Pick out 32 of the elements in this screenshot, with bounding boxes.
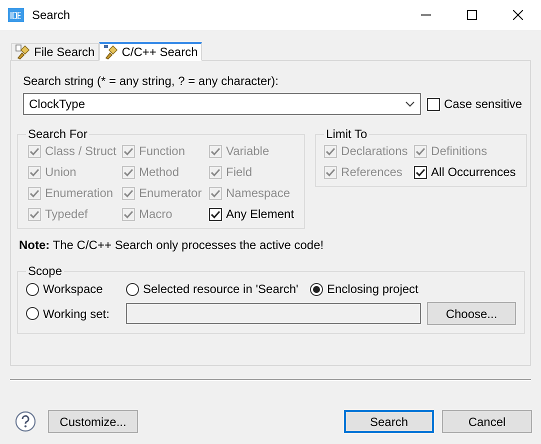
chevron-down-icon [405, 101, 415, 107]
checkbox[interactable]: Case sensitive [427, 95, 522, 113]
radio-button[interactable]: Working set: [26, 306, 126, 322]
cancel-button[interactable]: Cancel [442, 410, 532, 433]
tab[interactable]: File Search [11, 43, 99, 60]
window-title: Search [32, 7, 70, 24]
checkbox-box[interactable] [427, 98, 440, 110]
flashlight-icon [102, 44, 119, 60]
flashlight-icon [15, 44, 31, 60]
app-logo-icon [8, 8, 24, 22]
radio-button[interactable]: Selected resource in 'Search' [126, 281, 310, 297]
search-button[interactable]: Search [344, 410, 434, 433]
group-title: Limit To [325, 127, 368, 141]
checkbox[interactable]: All Occurrences [414, 164, 516, 180]
choose-button[interactable]: Choose... [427, 302, 516, 325]
checkbox[interactable]: Any Element [209, 206, 294, 222]
group-title: Search For [27, 127, 88, 141]
working-set-field[interactable] [126, 303, 421, 324]
search-string-combo[interactable]: ClockType [23, 93, 421, 115]
tab[interactable]: C/C++ Search [98, 42, 202, 61]
radio-button[interactable]: Enclosing project [310, 281, 418, 297]
customize-button[interactable]: Customize... [48, 410, 138, 433]
checkbox-box[interactable] [414, 166, 428, 178]
search-string-label: Search string (* = any string, ? = any character): [23, 73, 280, 89]
radio-button[interactable]: Workspace [26, 281, 126, 297]
maximize-icon [467, 10, 477, 20]
group-title: Scope [27, 264, 64, 278]
help-icon[interactable] [15, 411, 36, 432]
checkbox-box[interactable] [209, 208, 222, 220]
close-icon [513, 10, 523, 20]
radio-circle[interactable] [310, 282, 323, 296]
note-text: Note: The C/C++ Search only processes the active code! [19, 237, 325, 253]
